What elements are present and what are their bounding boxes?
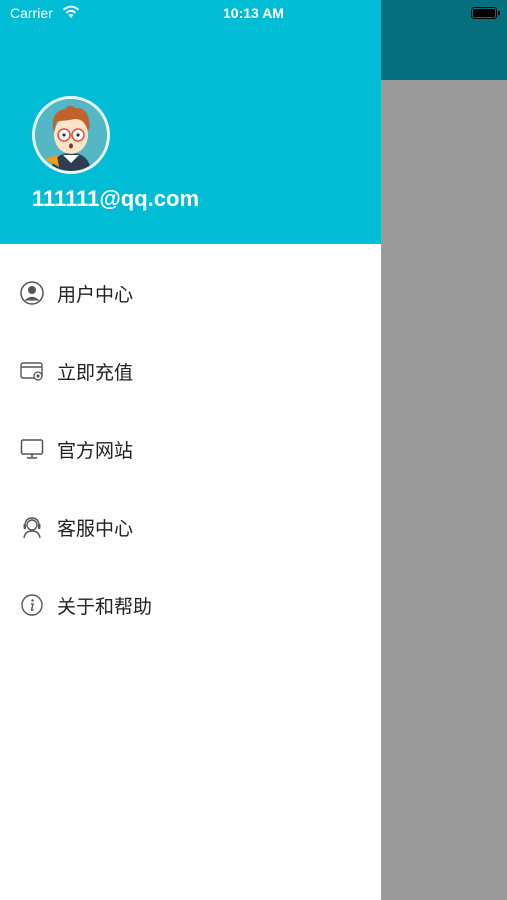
menu-item-about-help[interactable]: 关于和帮助 [0, 566, 381, 644]
battery-icon [471, 7, 500, 19]
user-circle-icon [20, 281, 44, 305]
drawer-header: 111111@qq.com [0, 0, 381, 244]
menu-item-label: 关于和帮助 [57, 595, 153, 618]
menu-item-label: 用户中心 [57, 283, 134, 306]
menu-item-label: 立即充值 [57, 361, 134, 384]
menu-item-recharge[interactable]: 立即充值 [0, 332, 381, 410]
navigation-drawer: 111111@qq.com 用户中心 立即充值 官方网站 客服中心 关于和帮助 [0, 0, 381, 900]
background-overlay[interactable] [381, 80, 507, 900]
user-email: 111111@qq.com [32, 186, 200, 211]
cartoon-avatar-icon [35, 99, 107, 171]
drawer-menu: 用户中心 立即充值 官方网站 客服中心 关于和帮助 [0, 254, 381, 644]
status-bar: Carrier 10:13 AM [0, 0, 507, 28]
menu-item-label: 客服中心 [57, 517, 134, 540]
status-time: 10:13 AM [223, 5, 284, 21]
recharge-card-icon [20, 359, 44, 383]
avatar[interactable] [32, 96, 110, 174]
menu-item-label: 官方网站 [57, 439, 134, 462]
monitor-icon [20, 437, 44, 461]
menu-item-user-center[interactable]: 用户中心 [0, 254, 381, 332]
menu-item-official-website[interactable]: 官方网站 [0, 410, 381, 488]
menu-item-customer-service[interactable]: 客服中心 [0, 488, 381, 566]
info-icon [20, 593, 44, 617]
customer-service-icon [20, 515, 44, 539]
